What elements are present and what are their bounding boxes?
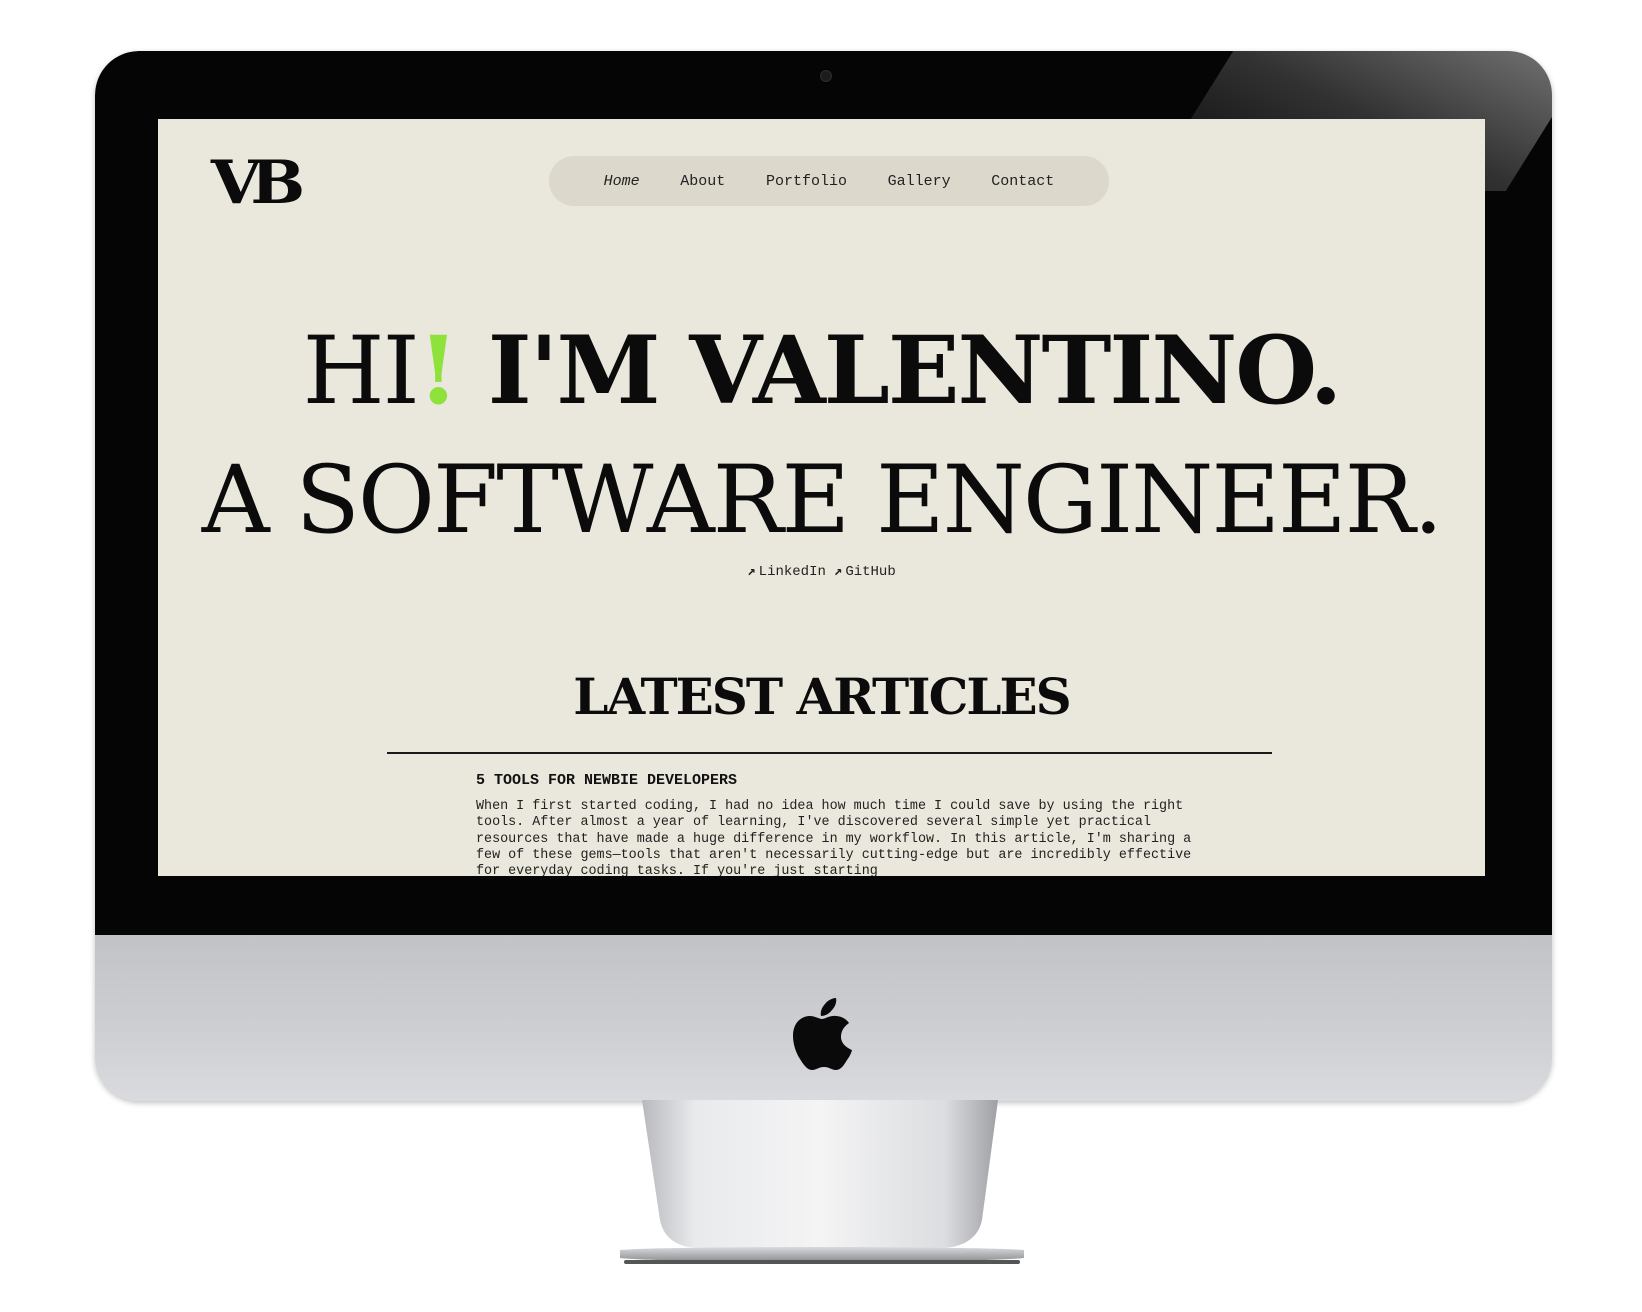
- nav-item-contact[interactable]: Contact: [991, 173, 1054, 190]
- section-divider: [387, 752, 1272, 754]
- hero-heading-line-2: A SOFTWARE ENGINEER.: [201, 446, 1443, 555]
- hero-heading-line-1: HI! I'M VALENTINO.: [158, 319, 1485, 424]
- hero-name: I'M VALENTINO.: [456, 316, 1343, 426]
- github-label: GitHub: [845, 564, 896, 580]
- latest-articles-heading: LATEST ARTICLES: [573, 667, 1072, 726]
- site-logo[interactable]: VB: [211, 153, 305, 213]
- hero-exclamation: !: [417, 316, 459, 426]
- nav-item-portfolio[interactable]: Portfolio: [766, 173, 847, 190]
- social-links: ↗ LinkedIn ↗ GitHub: [158, 563, 1485, 580]
- linkedin-label: LinkedIn: [758, 564, 826, 580]
- article-excerpt: When I first started coding, I had no id…: [476, 799, 1192, 876]
- nav-item-gallery[interactable]: Gallery: [888, 173, 951, 190]
- linkedin-link[interactable]: ↗ LinkedIn: [747, 564, 826, 580]
- article-title[interactable]: 5 TOOLS FOR NEWBIE DEVELOPERS: [476, 772, 737, 789]
- nav-item-about[interactable]: About: [680, 173, 725, 190]
- arrow-up-right-icon: ↗: [833, 564, 843, 580]
- website-screen: VB Home About Portfolio Gallery Contact …: [158, 119, 1485, 876]
- imac-mockup: VB Home About Portfolio Gallery Contact …: [0, 0, 1642, 1312]
- monitor-stand: [620, 1100, 1024, 1264]
- nav-item-home[interactable]: Home: [604, 173, 640, 190]
- hero-greeting: HI: [302, 317, 420, 426]
- arrow-up-right-icon: ↗: [747, 564, 756, 580]
- main-nav: Home About Portfolio Gallery Contact: [549, 156, 1109, 206]
- github-link[interactable]: ↗ GitHub: [834, 564, 896, 580]
- camera-icon: [820, 70, 832, 82]
- monitor-chin: [95, 935, 1552, 1101]
- apple-logo-icon: [793, 998, 852, 1070]
